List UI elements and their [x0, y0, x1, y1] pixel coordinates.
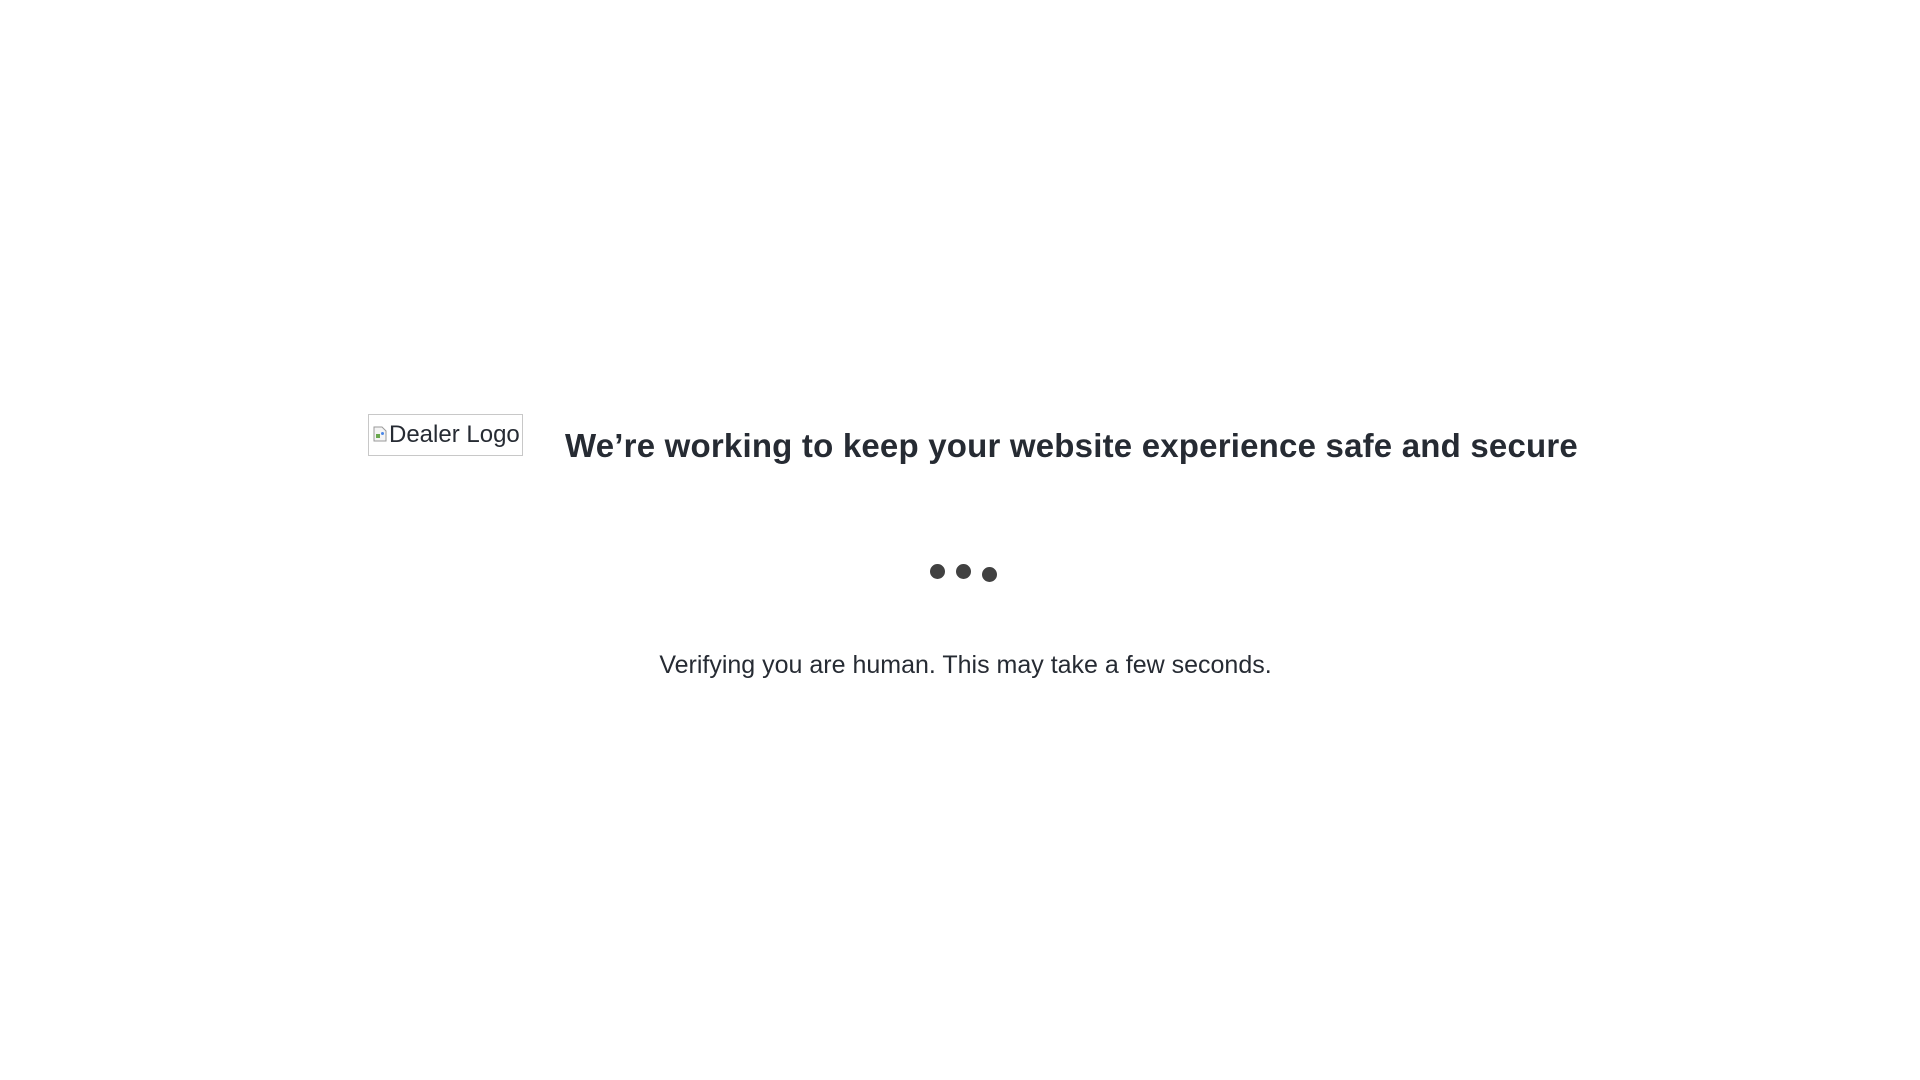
header-row: Dealer Logo We’re working to keep your w…	[368, 414, 1578, 464]
page-title: We’re working to keep your website exper…	[565, 427, 1578, 464]
verification-page: Dealer Logo We’re working to keep your w…	[0, 0, 1920, 1080]
dealer-logo: Dealer Logo	[368, 414, 523, 456]
dealer-logo-alt-text: Dealer Logo	[389, 421, 520, 448]
loading-dots-icon	[930, 564, 997, 582]
loading-dot	[982, 567, 997, 582]
broken-image-icon	[373, 421, 387, 442]
loading-dot	[930, 564, 945, 579]
loading-dot	[956, 564, 971, 579]
status-message: Verifying you are human. This may take a…	[659, 651, 1272, 679]
